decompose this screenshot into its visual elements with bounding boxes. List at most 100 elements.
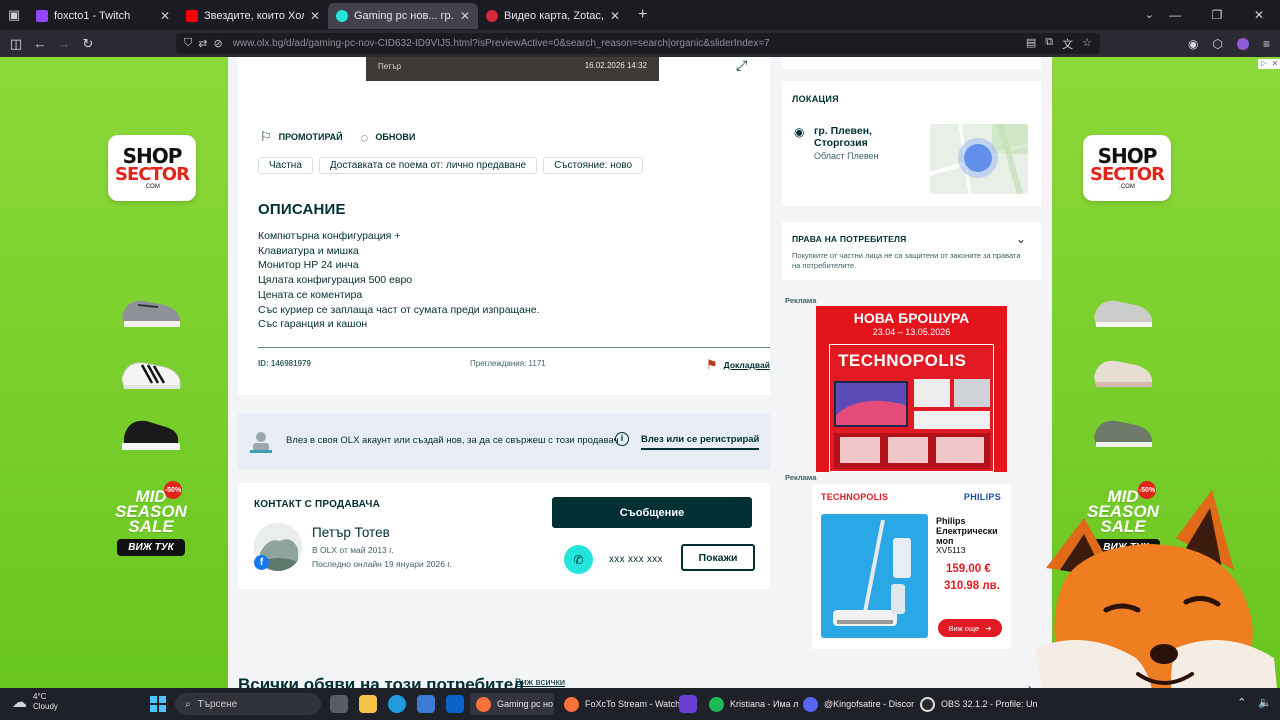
outlook-icon[interactable] bbox=[446, 695, 464, 713]
translate-icon[interactable]: 文 bbox=[1062, 36, 1073, 52]
volume-icon[interactable]: 🔈 bbox=[1258, 696, 1272, 709]
close-window-icon[interactable]: ✕ bbox=[1238, 0, 1280, 30]
tab-title: foxcto1 - Twitch bbox=[54, 10, 131, 22]
pocket-icon[interactable]: ◉ bbox=[1188, 37, 1198, 51]
seller-name[interactable]: Петър Тотев bbox=[312, 525, 390, 540]
info-icon[interactable]: i bbox=[615, 432, 629, 446]
back-icon[interactable]: ← bbox=[28, 36, 52, 51]
url-text[interactable]: www.olx.bg/d/ad/gaming-pc-nov-CID632-ID9… bbox=[233, 38, 1026, 49]
system-tray: ⌃ 🔈 bbox=[1237, 696, 1272, 709]
see-more-button[interactable]: Виж още ➜ bbox=[938, 619, 1002, 637]
tab-youtube[interactable]: Звездите, които Холивуд УНИЩ ✕ bbox=[178, 3, 328, 29]
sneaker-light-grey-image bbox=[1094, 300, 1152, 327]
contact-heading: КОНТАКТ С ПРОДАВАЧА bbox=[254, 499, 380, 510]
tag-condition: Състояние: ново bbox=[543, 157, 644, 174]
description-line: Цената се коментира bbox=[258, 288, 363, 301]
tab-videocard[interactable]: Видео карта, Zotac, GeForce RT ✕ bbox=[478, 3, 628, 29]
screenshot-icon[interactable]: ⧉ bbox=[1045, 36, 1053, 52]
cloudy-weather-icon: ☁ bbox=[12, 694, 27, 711]
seller-member-since: В OLX от май 2013 г. bbox=[312, 545, 394, 555]
taskbar-search[interactable]: ⌕ Търсене bbox=[175, 693, 321, 715]
twitch-favicon-icon bbox=[36, 10, 48, 22]
taskbar-app-firefox-olx[interactable]: Gaming pc но bbox=[470, 693, 554, 715]
windows-start-icon[interactable] bbox=[150, 696, 166, 712]
taskbar-app-obs[interactable]: OBS 32.1.2 - Profile: Un bbox=[920, 693, 1038, 715]
obs-icon bbox=[920, 696, 935, 712]
see-here-button[interactable]: ВИЖ ТУК bbox=[117, 539, 185, 556]
left-side-banner[interactable]: SHOP SECTOR .COM MID SEASON SALE -50% ВИ… bbox=[0, 57, 228, 688]
report-link[interactable]: ⚑ Докладвай bbox=[706, 357, 770, 373]
discord-icon bbox=[803, 696, 818, 712]
lock-icon[interactable]: ⊘ bbox=[213, 37, 222, 50]
message-button[interactable]: Съобщение bbox=[552, 497, 752, 528]
ad-close-icon[interactable]: ✕ bbox=[1270, 59, 1280, 69]
consumer-rights-card[interactable]: ПРАВА НА ПОТРЕБИТЕЛЯ ⌄ Покупките от част… bbox=[782, 222, 1041, 280]
technopolis-logo: TECHNOPOLIS bbox=[821, 492, 889, 502]
new-tab-icon[interactable]: + bbox=[638, 6, 647, 24]
shield-icon[interactable]: ⛉ bbox=[184, 37, 192, 50]
description-line: Със куриер се заплаща част от сумата пре… bbox=[258, 303, 540, 316]
chevron-up-icon[interactable]: ⌃ bbox=[1237, 696, 1246, 709]
refresh-icon[interactable]: ◌ bbox=[361, 130, 369, 145]
profile-avatar[interactable] bbox=[1236, 37, 1249, 50]
shopsector-logo[interactable]: SHOP SECTOR .COM bbox=[108, 135, 196, 201]
weather-widget[interactable]: ☁ 4°C Cloudy bbox=[12, 692, 58, 712]
taskbar-app-firefox-stream[interactable]: FoXcTo Stream - Watch bbox=[564, 693, 680, 715]
sidebar-toggle-icon[interactable]: ◫ bbox=[4, 36, 28, 52]
image-gallery[interactable]: Петър 16.02.2026 14:32 bbox=[366, 57, 659, 81]
gallery-seller: Петър bbox=[378, 62, 402, 71]
spotify-icon bbox=[709, 696, 724, 712]
login-register-link[interactable]: Влез или се регистрирай bbox=[641, 434, 760, 450]
weather-temp: 4°C bbox=[33, 692, 47, 701]
location-city: гр. Плевен, Сторгозия bbox=[814, 125, 872, 149]
window-controls: — ❐ ✕ bbox=[1154, 0, 1280, 30]
promote-button[interactable]: ПРОМОТИРАЙ bbox=[279, 132, 343, 142]
list-tabs-icon[interactable]: ⌄ bbox=[1145, 0, 1154, 30]
technopolis-brochure-ad[interactable]: НОВА БРОШУРА 23.04 – 13.05.2026 TECHNOPO… bbox=[816, 306, 1007, 472]
edge-browser-icon[interactable] bbox=[388, 695, 406, 713]
maximize-icon[interactable]: ❐ bbox=[1196, 0, 1238, 30]
show-phone-button[interactable]: Покажи bbox=[681, 544, 755, 571]
tab-olx[interactable]: Gaming pc нов... гр. Плевен Ст ✕ bbox=[328, 3, 478, 29]
shopsector-logo[interactable]: SHOP SECTOR .COM bbox=[1083, 135, 1171, 201]
taskbar-app-spotify[interactable]: Kristiana - Има л bbox=[709, 693, 798, 715]
menu-icon[interactable]: ≡ bbox=[1263, 37, 1270, 51]
extensions-icon[interactable]: ⬡ bbox=[1213, 37, 1223, 51]
philips-mop-ad[interactable]: TECHNOPOLIS PHILIPS Philips Електрически… bbox=[812, 484, 1011, 649]
tab-twitch[interactable]: foxcto1 - Twitch ✕ bbox=[28, 3, 178, 29]
login-prompt-text: Влез в своя OLX акаунт или създай нов, з… bbox=[286, 435, 619, 446]
brochure-brand: TECHNOPOLIS bbox=[838, 351, 967, 370]
forward-icon[interactable]: → bbox=[52, 36, 76, 51]
brochure-dates: 23.04 – 13.05.2026 bbox=[872, 327, 951, 337]
ad-id: ID: 146981979 bbox=[258, 359, 311, 368]
tab-overview-icon[interactable]: ▣ bbox=[0, 0, 28, 30]
description-line: Със гаранция и кашон bbox=[258, 318, 368, 331]
user-illustration-icon bbox=[250, 432, 272, 453]
tab-close-icon[interactable]: ✕ bbox=[310, 9, 320, 23]
bookmark-icon[interactable]: ⚐ bbox=[260, 129, 272, 145]
store-icon[interactable] bbox=[417, 695, 435, 713]
tab-title: Звездите, които Холивуд УНИЩ bbox=[204, 10, 304, 22]
divider bbox=[258, 347, 770, 348]
permissions-icon[interactable]: ⇄ bbox=[198, 37, 207, 50]
tab-close-icon[interactable]: ✕ bbox=[160, 9, 170, 23]
bookmark-star-icon[interactable]: ☆ bbox=[1082, 36, 1092, 52]
file-explorer-icon[interactable] bbox=[359, 695, 377, 713]
fullscreen-icon[interactable]: ⤢ bbox=[736, 57, 756, 73]
location-map[interactable] bbox=[930, 124, 1028, 194]
reader-view-icon[interactable]: ▤ bbox=[1026, 36, 1036, 52]
reload-icon[interactable]: ↻ bbox=[76, 36, 100, 52]
flag-icon: ⚑ bbox=[706, 357, 718, 372]
app-icon[interactable] bbox=[679, 695, 697, 713]
address-bar[interactable]: ⛉ ⇄ ⊘ www.olx.bg/d/ad/gaming-pc-nov-CID6… bbox=[176, 33, 1100, 54]
see-all-link[interactable]: Виж всички bbox=[515, 677, 565, 688]
adchoices-icon[interactable]: ▷ bbox=[1258, 59, 1270, 69]
taskbar-app-discord[interactable]: @Kingofsatire - Discor bbox=[803, 693, 914, 715]
tab-close-icon[interactable]: ✕ bbox=[610, 9, 620, 23]
task-view-icon[interactable] bbox=[330, 695, 348, 713]
tab-close-icon[interactable]: ✕ bbox=[460, 9, 470, 23]
refresh-button[interactable]: ОБНОВИ bbox=[375, 132, 415, 142]
chevron-down-icon[interactable]: ⌄ bbox=[1016, 232, 1026, 246]
minimize-icon[interactable]: — bbox=[1154, 0, 1196, 30]
description-line: Клавиатура и мишка bbox=[258, 244, 359, 257]
